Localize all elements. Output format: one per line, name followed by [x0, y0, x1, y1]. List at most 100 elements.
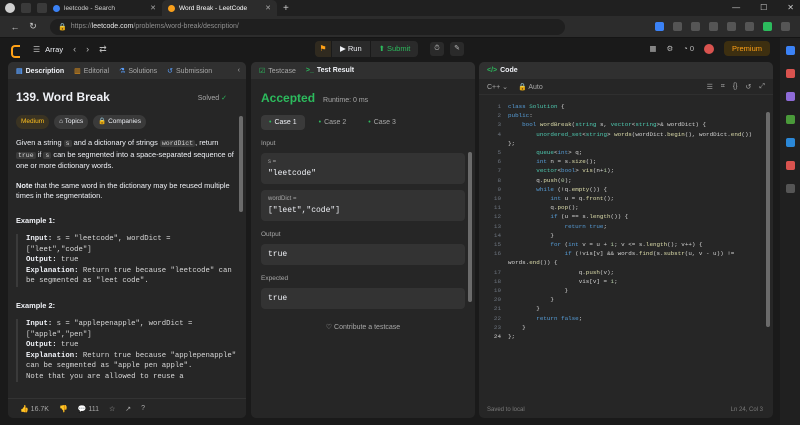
star-icon[interactable]: ☆: [109, 405, 115, 413]
code-line: for (int v = u + 1; v <= s.length(); v++…: [550, 241, 703, 248]
favorites-bar-icon[interactable]: [727, 22, 736, 31]
contribute-testcase-button[interactable]: ♡ Contribute a testcase: [261, 323, 465, 331]
line-number: 24: [493, 333, 501, 340]
back-icon[interactable]: ←: [6, 22, 24, 32]
difficulty-badge[interactable]: Medium: [16, 114, 50, 129]
case-tab-3[interactable]: • Case 3: [360, 115, 404, 130]
line-number: 16: [493, 250, 501, 258]
editorial-icon: ▥: [74, 67, 81, 75]
translate-icon[interactable]: [673, 22, 682, 31]
case-tab-2[interactable]: • Case 2: [311, 115, 355, 130]
browser-tab-word-break[interactable]: Word Break - LeetCode ✕: [162, 0, 277, 16]
maximize-icon[interactable]: ☐: [760, 3, 767, 12]
tab-testcase[interactable]: ☑ Testcase: [259, 67, 296, 75]
code-footer: Saved to local Ln 24, Col 3: [479, 402, 773, 418]
profile-icon[interactable]: [5, 3, 15, 13]
minimize-icon[interactable]: —: [732, 3, 740, 12]
notes-icon[interactable]: ✎: [450, 42, 464, 56]
code-line: }: [508, 287, 569, 294]
tab-submission[interactable]: ↺ Submission: [167, 67, 212, 75]
submit-button[interactable]: ⬆ Submit: [369, 41, 419, 57]
menu-icon[interactable]: [781, 22, 790, 31]
collapse-icon[interactable]: ‹: [238, 67, 240, 74]
tab-actions-icon[interactable]: [37, 3, 47, 13]
tag-chips: Medium ⌂ Topics 🔒 Companies: [16, 114, 237, 129]
share-icon[interactable]: ↗: [125, 405, 131, 413]
topics-chip[interactable]: ⌂ Topics: [54, 114, 89, 129]
line-number: 22: [493, 314, 501, 322]
line-number: 13: [493, 222, 501, 230]
notes-icon[interactable]: ☰: [707, 83, 713, 91]
leetcode-logo[interactable]: [11, 44, 21, 58]
favorites-icon[interactable]: [691, 22, 700, 31]
tab-description[interactable]: ▤ Description: [16, 67, 64, 75]
code-line: queue<int> q;: [536, 149, 583, 156]
url-field[interactable]: 🔒 https://leetcode.com/problems/word-bre…: [50, 18, 565, 35]
collections-icon[interactable]: [745, 22, 754, 31]
line-number: 11: [493, 204, 501, 212]
settings-icon[interactable]: ⚙: [666, 44, 673, 53]
debug-icon[interactable]: ⚑: [315, 41, 331, 57]
tools-icon[interactable]: [785, 92, 795, 101]
editor-scrollbar[interactable]: [766, 112, 770, 327]
run-submit-group: ⚑ ▶ Run ⬆ Submit: [315, 41, 419, 57]
companies-chip[interactable]: 🔒 Companies: [93, 114, 146, 129]
search-icon[interactable]: [785, 46, 795, 55]
format-icon[interactable]: {}: [733, 83, 738, 91]
auto-mode[interactable]: 🔒 Auto: [518, 83, 543, 91]
example-2-block: Input: s = "applepenapple", wordDict = […: [16, 319, 237, 382]
bookmark-icon[interactable]: ⌗: [721, 83, 725, 91]
refresh-icon[interactable]: ↻: [24, 21, 42, 32]
fullscreen-icon[interactable]: ⤢: [759, 83, 765, 91]
close-tab-icon[interactable]: ✕: [265, 4, 271, 12]
cursor-position: Ln 24, Col 3: [730, 407, 763, 413]
code-toolbar-icons: ☰ ⌗ {} ↺ ⤢: [707, 83, 765, 91]
close-tab-icon[interactable]: ✕: [150, 4, 156, 12]
line-number: 4: [497, 130, 501, 138]
tab-test-result[interactable]: >_ Test Result: [306, 67, 354, 74]
next-problem-icon[interactable]: ›: [86, 44, 89, 54]
test-result-panel: ☑ Testcase >_ Test Result Accepted Runtime…: [251, 62, 475, 418]
coins-icon[interactable]: ◔ 0: [683, 44, 694, 53]
line-number: 7: [497, 167, 501, 175]
outlook-icon[interactable]: [785, 138, 795, 147]
code-line: q.push(v);: [508, 268, 615, 276]
comments-button[interactable]: 💬 111: [78, 405, 99, 413]
prev-problem-icon[interactable]: ‹: [73, 44, 76, 54]
code-editor[interactable]: 1 class Solution {2 public: 3 bool wordBrea…: [479, 98, 773, 402]
help-icon[interactable]: ?: [141, 405, 145, 412]
shopping-icon[interactable]: [785, 69, 795, 78]
case-tab-1[interactable]: • Case 1: [261, 115, 305, 130]
split-screen-icon[interactable]: [709, 22, 718, 31]
shield-icon[interactable]: [763, 22, 772, 31]
solutions-icon: ⚗: [119, 67, 126, 75]
description-scrollbar[interactable]: [239, 116, 243, 212]
like-button[interactable]: 👍 16.7K: [20, 405, 49, 413]
result-tabs: ☑ Testcase >_ Test Result: [251, 62, 475, 79]
language-select[interactable]: C++ ⌄: [487, 83, 508, 91]
extension-icon[interactable]: [655, 22, 664, 31]
new-tab-button[interactable]: +: [283, 3, 289, 14]
result-scrollbar[interactable]: [468, 152, 472, 302]
timer-icon[interactable]: ⏱: [430, 42, 444, 56]
code-line: q.pop();: [508, 204, 579, 212]
games-icon[interactable]: [785, 115, 795, 124]
reset-icon[interactable]: ↺: [746, 83, 752, 91]
shuffle-icon[interactable]: ⇄: [99, 44, 107, 55]
run-button[interactable]: ▶ Run: [331, 41, 370, 57]
tab-solutions[interactable]: ⚗ Solutions: [119, 67, 157, 75]
office-icon[interactable]: [785, 161, 795, 170]
close-window-icon[interactable]: ✕: [787, 3, 794, 12]
dislike-icon[interactable]: 👎: [59, 405, 68, 413]
avatar[interactable]: [703, 43, 714, 54]
tab-code[interactable]: </> Code: [487, 67, 518, 74]
premium-button[interactable]: Premium: [723, 41, 770, 56]
problem-list-button[interactable]: ☰ Array: [33, 45, 63, 54]
collections-icon[interactable]: [21, 3, 31, 13]
tab-editorial[interactable]: ▥ Editorial: [74, 67, 109, 75]
expected-label: Expected: [261, 275, 289, 282]
example-2-title: Example 2:: [16, 300, 56, 310]
layout-icon[interactable]: ▦: [649, 44, 656, 53]
browser-tab-search[interactable]: leetcode - Search ✕: [47, 0, 162, 16]
add-sidebar-icon[interactable]: [785, 184, 795, 193]
